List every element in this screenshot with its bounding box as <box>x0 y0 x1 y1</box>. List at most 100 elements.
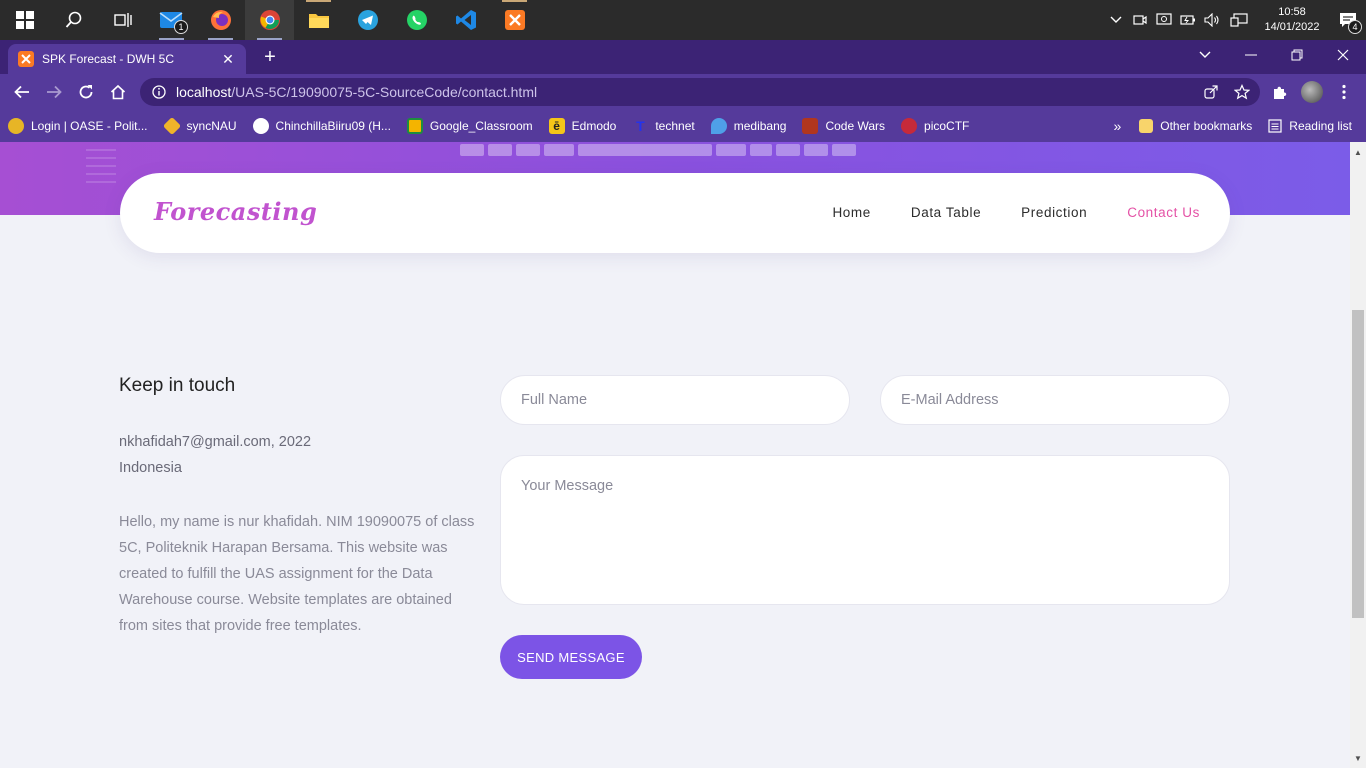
close-window-button[interactable] <box>1320 40 1366 70</box>
chrome-menu-button[interactable] <box>1328 76 1360 108</box>
taskbar-vscode[interactable] <box>441 0 490 40</box>
bookmark-codewars[interactable]: Code Wars <box>802 118 885 134</box>
page-scrollbar[interactable]: ▲ ▼ <box>1350 142 1366 768</box>
restore-button[interactable] <box>1274 40 1320 70</box>
search-button[interactable] <box>49 0 98 40</box>
bookmark-label: Google_Classroom <box>429 119 533 133</box>
browser-toolbar: localhost/UAS-5C/19090075-5C-SourceCode/… <box>0 74 1366 110</box>
tray-meet-now[interactable] <box>1128 0 1152 40</box>
tab-search-button[interactable] <box>1182 40 1228 70</box>
bookmark-label: picoCTF <box>924 119 970 133</box>
syncnau-favicon-icon <box>162 116 181 136</box>
bookmark-google-classroom[interactable]: Google_Classroom <box>406 118 533 134</box>
bookmark-label: Login | OASE - Polit... <box>31 119 148 133</box>
windows-logo-icon <box>15 11 34 29</box>
other-bookmarks-folder[interactable]: Other bookmarks <box>1139 119 1252 133</box>
nav-prediction[interactable]: Prediction <box>1021 205 1087 220</box>
reload-button[interactable] <box>70 76 102 108</box>
bookmark-medibang[interactable]: medibang <box>710 118 787 134</box>
tray-battery[interactable] <box>1176 0 1200 40</box>
start-button[interactable] <box>0 0 49 40</box>
minimize-button[interactable] <box>1228 40 1274 70</box>
send-message-button[interactable]: SEND MESSAGE <box>500 635 642 679</box>
scroll-down-icon[interactable]: ▼ <box>1350 750 1366 766</box>
bookmark-label: medibang <box>733 119 787 133</box>
new-tab-button[interactable]: + <box>258 46 282 70</box>
bookmark-syncnau[interactable]: syncNAU <box>162 116 237 136</box>
message-textarea[interactable]: Your Message <box>500 455 1230 605</box>
window-controls <box>1182 40 1366 70</box>
taskbar-clock[interactable]: 10:58 14/01/2022 <box>1254 5 1330 35</box>
bookmark-star-icon[interactable] <box>1234 84 1250 100</box>
action-center-button[interactable]: 4 <box>1330 0 1366 40</box>
site-logo[interactable]: Forecasting <box>154 197 317 226</box>
more-bookmarks-button[interactable]: » <box>1113 118 1121 134</box>
bookmark-technet[interactable]: Ttechnet <box>632 118 695 134</box>
toolbar-right <box>1264 76 1360 108</box>
address-bar[interactable]: localhost/UAS-5C/19090075-5C-SourceCode/… <box>140 78 1260 106</box>
edmodo-icon: ē <box>548 118 565 134</box>
task-view-button[interactable] <box>98 0 147 40</box>
taskbar-firefox[interactable] <box>196 0 245 40</box>
taskbar-mail[interactable]: 1 <box>147 0 196 40</box>
web-page: Forecasting Home Data Table Prediction C… <box>0 142 1350 768</box>
battery-charging-icon <box>1180 15 1195 25</box>
back-button[interactable] <box>6 76 38 108</box>
bookmark-label: Edmodo <box>571 119 617 133</box>
taskbar-file-explorer[interactable] <box>294 0 343 40</box>
contact-heading: Keep in touch <box>119 375 236 396</box>
tray-network[interactable] <box>1224 0 1254 40</box>
bookmark-oase[interactable]: Login | OASE - Polit... <box>8 118 148 134</box>
bookmark-edmodo[interactable]: ē Edmodo <box>548 118 617 134</box>
github-icon <box>252 118 269 134</box>
reading-list-button[interactable]: Reading list <box>1268 119 1352 133</box>
email-input[interactable]: E-Mail Address <box>880 375 1230 425</box>
hero-lines-graphic <box>86 149 116 183</box>
notification-badge: 4 <box>1348 20 1362 34</box>
browser-tab[interactable]: SPK Forecast - DWH 5C ✕ <box>8 44 246 74</box>
firefox-icon <box>210 10 231 30</box>
nav-contact-us[interactable]: Contact Us <box>1127 205 1200 220</box>
nav-data-table[interactable]: Data Table <box>911 205 981 220</box>
home-button[interactable] <box>102 76 134 108</box>
site-info-icon[interactable] <box>152 85 166 99</box>
hero-keyboard-graphic <box>460 144 860 160</box>
xampp-icon <box>504 10 525 30</box>
forward-button[interactable] <box>38 76 70 108</box>
profile-avatar[interactable] <box>1301 81 1323 103</box>
contact-details: nkhafidah7@gmail.com, 2022 Indonesia <box>119 429 479 481</box>
taskbar-telegram[interactable] <box>343 0 392 40</box>
full-name-input[interactable]: Full Name <box>500 375 850 425</box>
share-icon[interactable] <box>1204 85 1218 99</box>
tab-close-icon[interactable]: ✕ <box>220 51 236 68</box>
site-menu: Home Data Table Prediction Contact Us <box>832 205 1200 220</box>
clock-date: 14/01/2022 <box>1264 21 1320 33</box>
url-host: localhost <box>176 84 232 100</box>
puzzle-icon <box>1274 86 1287 99</box>
bookmark-label: syncNAU <box>186 119 237 133</box>
search-icon <box>65 11 81 28</box>
reload-icon <box>79 85 93 99</box>
nav-home[interactable]: Home <box>832 205 870 220</box>
picoctf-icon <box>901 118 918 134</box>
technet-icon: T <box>636 118 645 134</box>
bookmark-github[interactable]: ChinchillaBiiru09 (H... <box>252 118 391 134</box>
tray-app[interactable] <box>1152 0 1176 40</box>
taskbar-chrome[interactable] <box>245 0 294 40</box>
telegram-icon <box>357 10 378 30</box>
clock-time: 10:58 <box>1278 6 1306 18</box>
tray-volume[interactable] <box>1200 0 1224 40</box>
extensions-button[interactable] <box>1264 76 1296 108</box>
mail-badge: 1 <box>174 20 188 34</box>
medibang-icon <box>710 118 727 134</box>
chevron-up-icon <box>1110 16 1122 23</box>
scrollbar-thumb[interactable] <box>1352 310 1364 618</box>
taskbar-xampp[interactable] <box>490 0 539 40</box>
speaker-icon <box>1204 13 1219 27</box>
bookmark-picoctf[interactable]: picoCTF <box>901 118 969 134</box>
scroll-up-icon[interactable]: ▲ <box>1350 144 1366 160</box>
show-hidden-icons-button[interactable] <box>1104 0 1128 40</box>
arrow-right-icon <box>47 85 62 99</box>
url-path: /UAS-5C/19090075-5C-SourceCode/contact.h… <box>231 84 538 100</box>
taskbar-whatsapp[interactable] <box>392 0 441 40</box>
